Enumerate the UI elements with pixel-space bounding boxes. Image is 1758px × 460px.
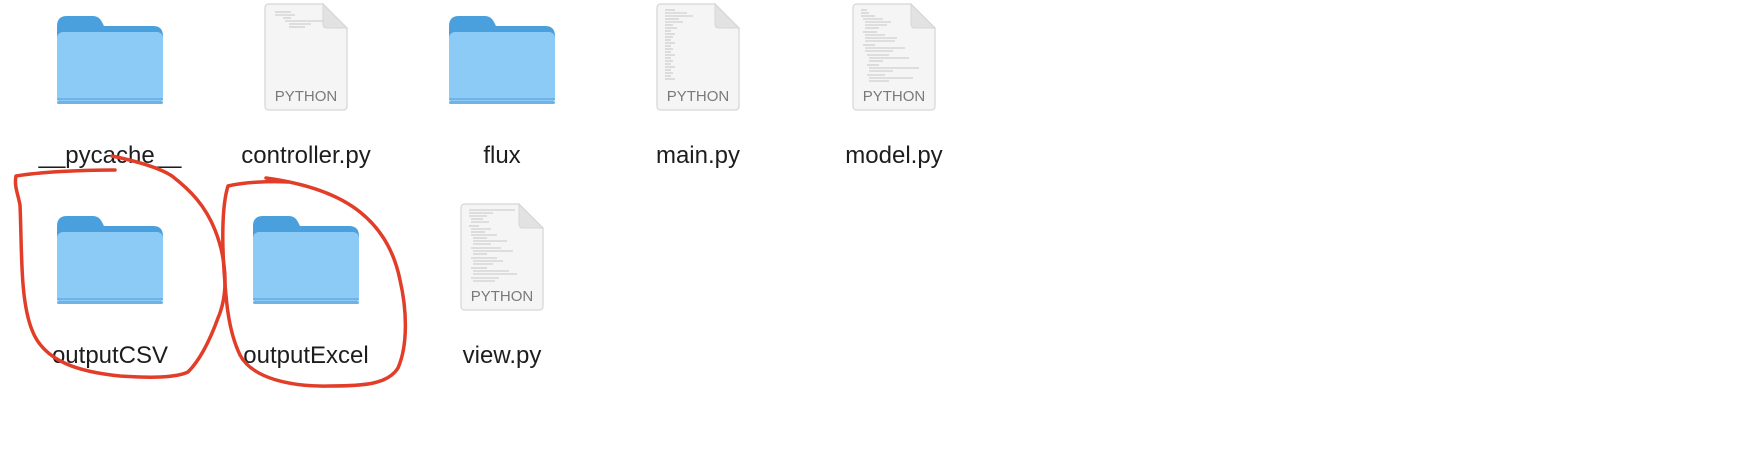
folder-icon bbox=[15, 0, 205, 125]
svg-text:PYTHON: PYTHON bbox=[471, 288, 534, 305]
folder-item-outputexcel[interactable]: outputExcel bbox=[211, 200, 401, 390]
folder-item-outputcsv[interactable]: outputCSV bbox=[15, 200, 205, 390]
python-file-icon: PYTHON bbox=[407, 200, 597, 325]
file-item-main-py[interactable]: PYTHON main.py bbox=[603, 0, 793, 190]
python-file-icon: PYTHON bbox=[211, 0, 401, 125]
svg-text:PYTHON: PYTHON bbox=[275, 88, 338, 105]
python-file-icon: PYTHON bbox=[799, 0, 989, 125]
finder-icon-grid: __pycache__ PYTHON controller.py flux PY… bbox=[0, 0, 1758, 460]
folder-item-flux[interactable]: flux bbox=[407, 0, 597, 190]
item-label: view.py bbox=[462, 342, 542, 369]
file-item-view-py[interactable]: PYTHON view.py bbox=[407, 200, 597, 390]
folder-icon bbox=[15, 200, 205, 325]
file-item-controller-py[interactable]: PYTHON controller.py bbox=[211, 0, 401, 190]
folder-item-pycache[interactable]: __pycache__ bbox=[15, 0, 205, 190]
svg-text:PYTHON: PYTHON bbox=[863, 88, 926, 105]
file-item-model-py[interactable]: PYTHON model.py bbox=[799, 0, 989, 190]
folder-icon bbox=[211, 200, 401, 325]
svg-text:PYTHON: PYTHON bbox=[667, 88, 730, 105]
python-file-icon: PYTHON bbox=[603, 0, 793, 125]
item-label: model.py bbox=[845, 142, 943, 169]
folder-icon bbox=[407, 0, 597, 125]
